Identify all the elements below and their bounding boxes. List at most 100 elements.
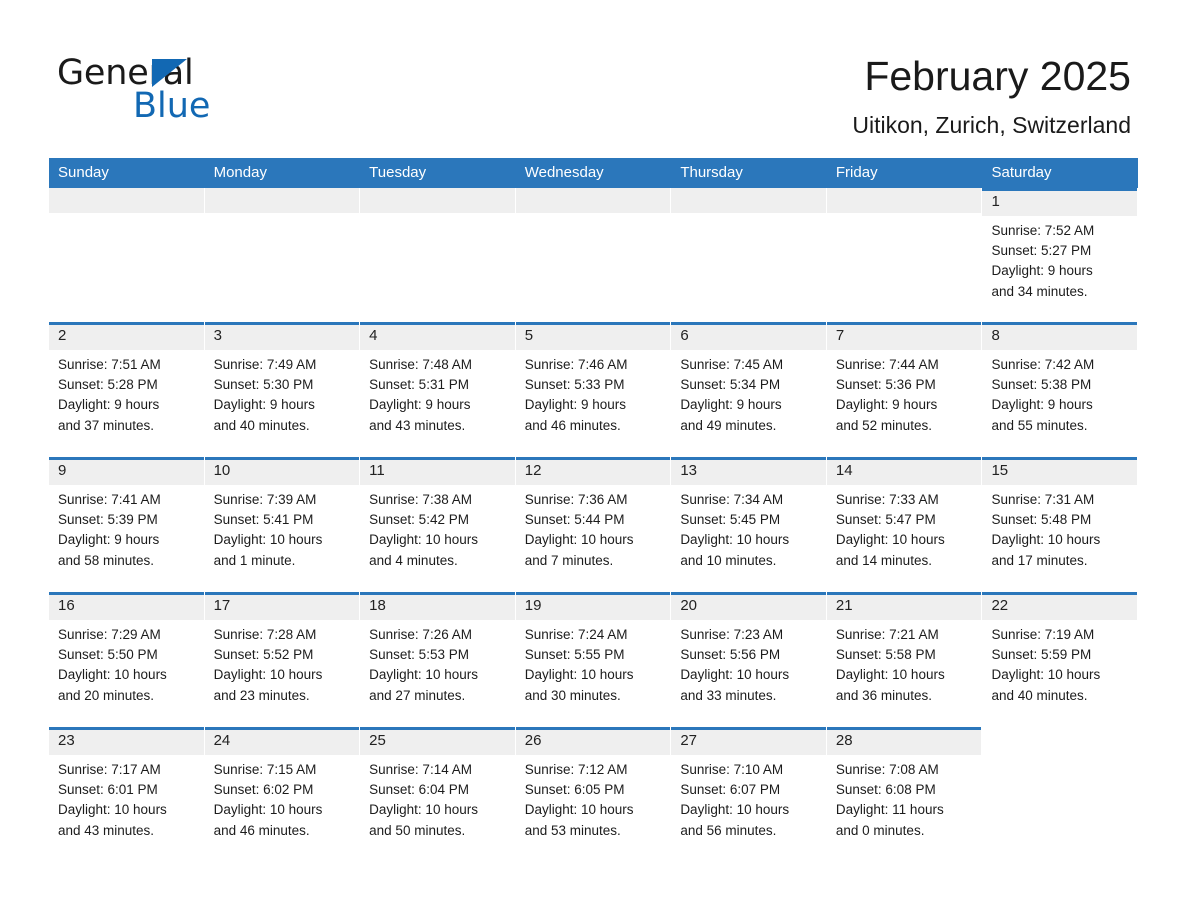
sunrise-text: Sunrise: 7:31 AM <box>991 492 1095 507</box>
logo-text-blue: Blue <box>133 86 211 126</box>
day-cell-3[interactable]: 3 Sunrise: 7:49 AM Sunset: 5:30 PM Daylight… <box>204 322 361 457</box>
sunset-text: Sunset: 6:02 PM <box>213 782 314 798</box>
date-number: 28 <box>835 732 853 749</box>
date-strip <box>360 325 515 350</box>
daylight-text: Daylight: 9 hours <box>524 397 627 413</box>
sunset-text: Sunset: 5:53 PM <box>369 647 469 663</box>
daylight-text-cont: and 14 minutes. <box>835 552 932 568</box>
sunset-text: Sunset: 5:42 PM <box>369 512 469 528</box>
sunset-text: Sunset: 6:05 PM <box>524 782 625 798</box>
day-details: Sunrise: 7:39 AM Sunset: 5:41 PM Daylight:… <box>214 490 355 571</box>
page-title: February 2025 <box>864 53 1131 99</box>
day-cell-26[interactable]: 26 Sunrise: 7:12 AM Sunset: 6:05 PM Dayligh… <box>515 727 672 861</box>
day-cell-22[interactable]: 22 Sunrise: 7:19 AM Sunset: 5:59 PM Dayligh… <box>982 592 1138 727</box>
date-number: 16 <box>58 597 75 614</box>
day-cell-23[interactable]: 23 Sunrise: 7:17 AM Sunset: 6:01 PM Dayligh… <box>49 727 205 861</box>
date-number: 4 <box>369 327 378 344</box>
day-cell-25[interactable]: 25 Sunrise: 7:14 AM Sunset: 6:04 PM Dayligh… <box>360 727 516 861</box>
daylight-text: Daylight: 9 hours <box>58 397 160 413</box>
day-cell-8[interactable]: 8 Sunrise: 7:42 AM Sunset: 5:38 PM Daylight… <box>982 322 1138 457</box>
sunset-text: Sunset: 5:30 PM <box>213 377 314 393</box>
date-strip <box>982 191 1138 216</box>
sunset-text: Sunset: 5:56 PM <box>680 647 781 663</box>
day-cell-28[interactable]: 28 Sunrise: 7:08 AM Sunset: 6:08 PM Dayligh… <box>826 727 983 861</box>
date-number: 5 <box>524 327 534 344</box>
day-details: Sunrise: 7:08 AM Sunset: 6:08 PM Daylight:… <box>836 760 977 841</box>
day-details: Sunrise: 7:41 AM Sunset: 5:39 PM Daylight:… <box>58 490 199 571</box>
sunset-text: Sunset: 5:47 PM <box>835 512 936 528</box>
sunrise-text: Sunrise: 7:24 AM <box>524 627 628 642</box>
day-details: Sunrise: 7:46 AM Sunset: 5:33 PM Daylight:… <box>525 355 666 436</box>
daylight-text: Daylight: 9 hours <box>213 397 315 413</box>
day-cell-14[interactable]: 14 Sunrise: 7:33 AM Sunset: 5:47 PM Dayligh… <box>826 457 983 592</box>
daylight-text: Daylight: 10 hours <box>680 802 790 818</box>
daylight-text-cont: and 43 minutes. <box>58 822 155 838</box>
sunrise-text: Sunrise: 7:23 AM <box>680 627 784 642</box>
day-cell-10[interactable]: 10 Sunrise: 7:39 AM Sunset: 5:41 PM Dayligh… <box>204 457 361 592</box>
day-cell-1[interactable]: 1 Sunrise: 7:52 AM Sunset: 5:27 PM Daylight… <box>982 188 1138 322</box>
daylight-text: Daylight: 11 hours <box>835 802 944 818</box>
daylight-text-cont: and 36 minutes. <box>835 687 932 703</box>
date-strip <box>49 460 204 485</box>
day-cell-12[interactable]: 12 Sunrise: 7:36 AM Sunset: 5:44 PM Dayligh… <box>515 457 672 592</box>
day-cell-27[interactable]: 27 Sunrise: 7:10 AM Sunset: 6:07 PM Dayligh… <box>671 727 827 861</box>
location-subtitle: Uitikon, Zurich, Switzerland <box>852 112 1131 138</box>
calendar-week-row: 9 Sunrise: 7:41 AM Sunset: 5:39 PM Daylight… <box>49 457 1138 592</box>
day-details: Sunrise: 7:45 AM Sunset: 5:34 PM Daylight:… <box>680 355 821 436</box>
date-number: 17 <box>213 597 231 614</box>
triangle-logo-icon <box>152 59 187 87</box>
day-cell-2[interactable]: 2 Sunrise: 7:51 AM Sunset: 5:28 PM Daylight… <box>49 322 205 457</box>
date-strip <box>982 325 1138 350</box>
sunrise-text: Sunrise: 7:46 AM <box>524 357 628 372</box>
day-cell-15[interactable]: 15 Sunrise: 7:31 AM Sunset: 5:48 PM Dayligh… <box>982 457 1138 592</box>
daylight-text-cont: and 33 minutes. <box>680 687 777 703</box>
day-cell-11[interactable]: 11 Sunrise: 7:38 AM Sunset: 5:42 PM Dayligh… <box>360 457 516 592</box>
sunrise-text: Sunrise: 7:38 AM <box>369 492 472 507</box>
daylight-text-cont: and 53 minutes. <box>524 822 621 838</box>
daylight-text: Daylight: 10 hours <box>680 667 790 683</box>
sunset-text: Sunset: 5:36 PM <box>835 377 936 393</box>
daylight-text-cont: and 10 minutes. <box>680 552 777 568</box>
sunset-text: Sunset: 5:45 PM <box>680 512 781 528</box>
sunrise-text: Sunrise: 7:28 AM <box>213 627 317 642</box>
day-cell-4[interactable]: 4 Sunrise: 7:48 AM Sunset: 5:31 PM Daylight… <box>360 322 516 457</box>
date-strip <box>360 188 515 213</box>
day-details: Sunrise: 7:31 AM Sunset: 5:48 PM Daylight:… <box>991 490 1132 571</box>
sunrise-text: Sunrise: 7:19 AM <box>991 627 1095 642</box>
date-strip <box>49 325 204 350</box>
day-cell-13[interactable]: 13 Sunrise: 7:34 AM Sunset: 5:45 PM Dayligh… <box>671 457 827 592</box>
day-details: Sunrise: 7:10 AM Sunset: 6:07 PM Daylight:… <box>680 760 821 841</box>
day-cell-20[interactable]: 20 Sunrise: 7:23 AM Sunset: 5:56 PM Dayligh… <box>671 592 827 727</box>
date-strip <box>826 188 982 213</box>
daylight-text: Daylight: 10 hours <box>369 532 478 548</box>
date-number: 11 <box>369 462 385 479</box>
day-cell-21[interactable]: 21 Sunrise: 7:21 AM Sunset: 5:58 PM Dayligh… <box>826 592 983 727</box>
day-details: Sunrise: 7:42 AM Sunset: 5:38 PM Daylight:… <box>991 355 1132 436</box>
sunrise-text: Sunrise: 7:21 AM <box>835 627 939 642</box>
date-number: 2 <box>58 327 67 344</box>
daylight-text-cont: and 20 minutes. <box>58 687 155 703</box>
generalblue-logo: General Blue <box>57 53 317 133</box>
day-cell-17[interactable]: 17 Sunrise: 7:28 AM Sunset: 5:52 PM Dayligh… <box>204 592 361 727</box>
day-cell-16[interactable]: 16 Sunrise: 7:29 AM Sunset: 5:50 PM Dayligh… <box>49 592 205 727</box>
date-number: 7 <box>835 327 845 344</box>
day-cell-empty <box>515 188 672 322</box>
daylight-text: Daylight: 10 hours <box>680 532 790 548</box>
day-cell-empty <box>826 188 983 322</box>
day-cell-19[interactable]: 19 Sunrise: 7:24 AM Sunset: 5:55 PM Dayligh… <box>515 592 672 727</box>
day-cell-24[interactable]: 24 Sunrise: 7:15 AM Sunset: 6:02 PM Dayligh… <box>204 727 361 861</box>
day-cell-9[interactable]: 9 Sunrise: 7:41 AM Sunset: 5:39 PM Daylight… <box>49 457 205 592</box>
daylight-text-cont: and 43 minutes. <box>369 417 466 433</box>
daylight-text-cont: and 40 minutes. <box>213 417 310 433</box>
day-details: Sunrise: 7:48 AM Sunset: 5:31 PM Daylight:… <box>369 355 510 436</box>
date-strip <box>826 325 982 350</box>
day-cell-7[interactable]: 7 Sunrise: 7:44 AM Sunset: 5:36 PM Daylight… <box>826 322 983 457</box>
day-cell-18[interactable]: 18 Sunrise: 7:26 AM Sunset: 5:53 PM Dayligh… <box>360 592 516 727</box>
sunset-text: Sunset: 5:41 PM <box>213 512 314 528</box>
date-number: 24 <box>213 732 231 749</box>
day-details: Sunrise: 7:23 AM Sunset: 5:56 PM Daylight:… <box>680 625 821 706</box>
sunset-text: Sunset: 5:31 PM <box>369 377 469 393</box>
date-number: 1 <box>991 193 1000 210</box>
day-cell-6[interactable]: 6 Sunrise: 7:45 AM Sunset: 5:34 PM Daylight… <box>671 322 827 457</box>
day-cell-5[interactable]: 5 Sunrise: 7:46 AM Sunset: 5:33 PM Daylight… <box>515 322 672 457</box>
